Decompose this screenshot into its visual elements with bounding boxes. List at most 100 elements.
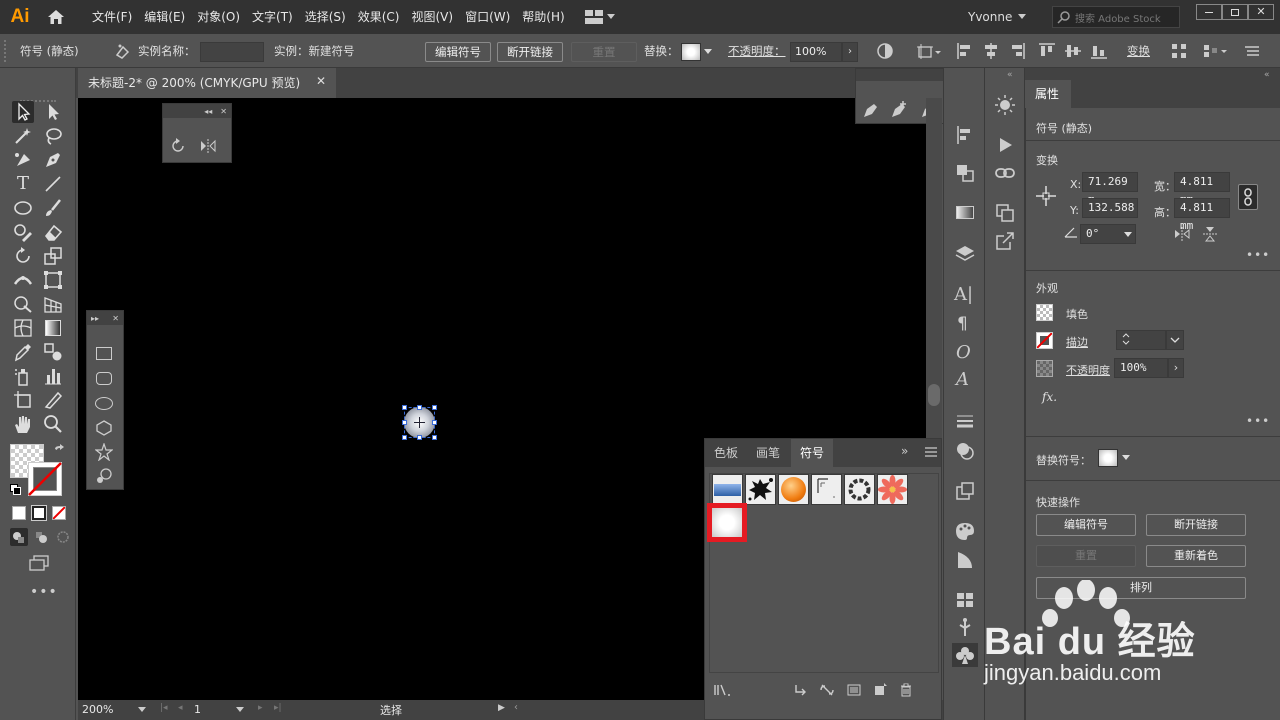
recolor-icon[interactable] [876,42,894,60]
none-mode-icon[interactable] [52,506,66,520]
stroke-panel-icon[interactable] [954,410,976,432]
gradient-tool-icon[interactable] [42,317,64,339]
align-panel-icon[interactable] [954,124,976,146]
collapse-panel-icon[interactable]: ◂◂ [204,107,212,116]
actions-panel-icon[interactable] [994,134,1016,156]
default-fill-stroke-icon[interactable] [10,484,22,496]
next-artboard-icon[interactable]: ▸ [258,703,263,713]
pen-tool-icon[interactable] [42,149,64,171]
symbols-panel-icon[interactable] [954,480,976,502]
symbol-options-icon[interactable] [847,683,861,697]
align-vcenter-icon[interactable] [1064,42,1082,60]
fx-button[interactable]: fx. [1042,390,1057,404]
star-tool-icon[interactable] [95,443,113,461]
minimize-button[interactable] [1196,4,1222,20]
shaper-tool-icon[interactable] [12,221,34,243]
menu-object[interactable]: 对象(O) [191,0,246,34]
menu-type[interactable]: 文字(T) [246,0,299,34]
menu-file[interactable]: 文件(F) [86,0,138,34]
ellipse-tool-icon[interactable] [95,397,113,410]
instance-name-field[interactable] [200,42,264,62]
flip-vertical-icon[interactable] [1202,226,1218,242]
place-symbol-icon[interactable] [793,683,807,697]
slice-tool-icon[interactable] [42,389,64,411]
layers-panel-icon[interactable] [954,243,976,265]
gradient-mode-icon[interactable] [31,505,47,521]
zoom-tool-icon[interactable] [42,413,64,435]
chevron-down-icon[interactable] [138,707,146,713]
transform-link[interactable]: 变换 [1127,34,1150,68]
scrollbar-thumb[interactable] [928,384,940,406]
blue-banner-symbol[interactable] [712,474,743,505]
paintbrush-tool-icon[interactable] [42,197,64,219]
user-menu[interactable]: Yvonne [968,8,1027,26]
flare-tool-icon[interactable] [95,467,113,485]
pen-tool-icon[interactable] [862,101,880,119]
brightness-icon[interactable] [994,94,1016,116]
stroke-swatch[interactable] [28,462,62,496]
document-tab[interactable]: 未标题-2* @ 200% (CMYK/GPU 预览) [78,68,336,98]
reflect-tool-icon[interactable] [199,137,217,155]
new-symbol[interactable] [707,503,747,542]
menu-edit[interactable]: 编辑(E) [138,0,191,34]
new-symbol-icon[interactable] [873,683,887,697]
opacity-label[interactable]: 不透明度： [728,34,786,68]
edit-toolbar-icon[interactable]: ••• [30,584,58,600]
shape-builder-tool-icon[interactable] [12,293,34,315]
panel-menu-icon[interactable] [925,445,937,459]
opacity-arrow-button[interactable]: › [842,42,858,62]
home-icon[interactable] [40,0,72,34]
export-icon[interactable] [994,230,1016,252]
close-window-button[interactable]: ✕ [1248,4,1274,20]
align-left-icon[interactable] [956,42,974,60]
artboard-tool-icon[interactable] [12,389,34,411]
menu-effect[interactable]: 效果(C) [352,0,406,34]
replace-symbol-dropdown[interactable] [1098,448,1138,468]
symbol-libraries-icon[interactable] [713,683,731,697]
symbol-sprayer-tool-icon[interactable] [12,365,34,387]
stock-search-input[interactable]: 搜索 Adobe Stock [1052,6,1180,28]
curvature-tool-icon[interactable] [12,149,34,171]
column-graph-tool-icon[interactable] [42,365,64,387]
maximize-button[interactable] [1222,4,1248,20]
flower-symbol[interactable] [877,474,908,505]
polygon-tool-icon[interactable] [95,419,113,437]
hscroll-left-icon[interactable]: ‹ [514,702,518,713]
opacity-field[interactable]: 100% [790,42,842,62]
expand-panel-icon[interactable]: ▸▸ [91,314,99,323]
close-document-icon[interactable]: ✕ [316,74,326,88]
reset-button[interactable]: 重置 [571,42,637,62]
blend-tool-icon[interactable] [42,341,64,363]
replace-symbol-dropdown[interactable] [681,42,719,62]
artboard-number-field[interactable]: 1 [194,701,234,719]
stroke-label[interactable]: 描边 [1066,334,1088,350]
chevron-down-icon[interactable] [1124,232,1132,238]
menu-window[interactable]: 窗口(W) [459,0,516,34]
more-options-icon[interactable]: ••• [1246,414,1270,428]
mesh-tool-icon[interactable] [12,317,34,339]
opacity-arrow-button[interactable]: › [1168,358,1184,378]
more-options-icon[interactable]: ••• [1246,248,1270,262]
flip-horizontal-icon[interactable] [1174,226,1190,242]
eraser-tool-icon[interactable] [42,221,64,243]
selection-tool-icon[interactable] [12,101,34,123]
stroke-weight-dropdown[interactable] [1166,330,1184,350]
perspective-grid-tool-icon[interactable] [42,293,64,315]
reset-button[interactable]: 重置 [1036,545,1136,567]
links-panel-icon[interactable] [994,162,1016,184]
arrange-icon[interactable] [1202,42,1228,60]
chevron-down-icon[interactable] [236,707,244,713]
close-panel-icon[interactable]: ✕ [112,314,119,323]
collapse-dock-icon[interactable]: « [1264,70,1270,80]
prev-artboard-icon[interactable]: ◂ [178,703,183,713]
opacity-label[interactable]: 不透明度 [1066,362,1110,378]
x-field[interactable]: 71.269 m [1082,172,1138,206]
draw-behind-icon[interactable] [32,528,50,546]
orange-ball-symbol[interactable] [778,474,809,505]
rotate-tool-icon[interactable] [12,245,34,267]
recolor-button[interactable]: 重新着色 [1146,545,1246,567]
width-field[interactable]: 4.811 mm [1174,172,1230,206]
opentype-panel-icon[interactable]: O [956,342,978,364]
stroke-swatch[interactable] [1036,332,1053,349]
appearance-panel-icon[interactable] [954,549,976,571]
